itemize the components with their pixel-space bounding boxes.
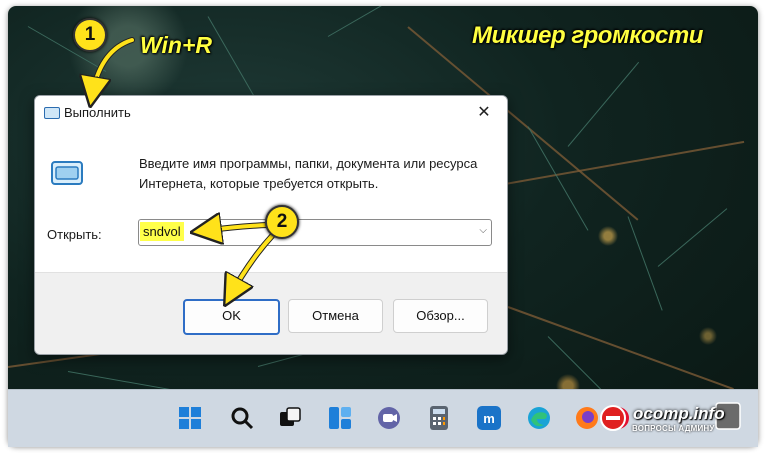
annotation-arrows	[0, 37, 275, 453]
step-1-badge: 1	[73, 18, 107, 52]
step-2-badge: 2	[265, 205, 299, 239]
